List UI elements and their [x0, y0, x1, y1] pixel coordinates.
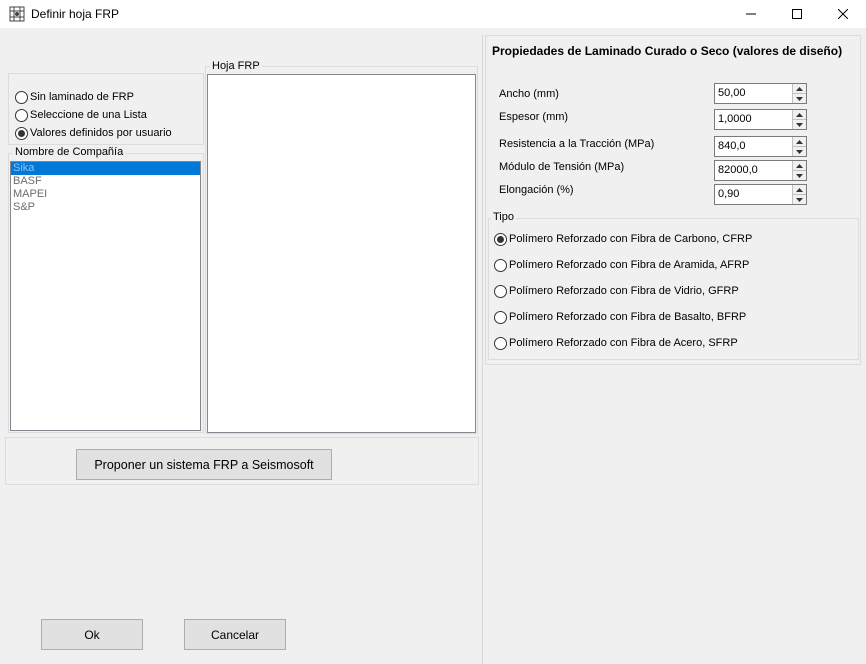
spin-up-button[interactable]: [793, 161, 806, 171]
properties-title: Propiedades de Laminado Curado o Seco (v…: [492, 44, 843, 58]
right-panel: Propiedades de Laminado Curado o Seco (v…: [483, 35, 866, 664]
title-bar: Definir hoja FRP: [0, 0, 866, 28]
spin-down-button[interactable]: [793, 147, 806, 156]
thickness-label: Espesor (mm): [499, 111, 569, 123]
radio-circle: [15, 108, 28, 122]
minimize-icon: [746, 13, 756, 15]
close-icon: [838, 9, 848, 19]
elongation-value[interactable]: 0,90: [715, 185, 792, 204]
spin-down-button[interactable]: [793, 94, 806, 103]
radio-label: Sin laminado de FRP: [30, 91, 134, 103]
thickness-spinbox[interactable]: 1,0000: [714, 109, 807, 130]
tensile-modulus-spinbox[interactable]: 82000,0: [714, 160, 807, 181]
sheet-group-label: Hoja FRP: [210, 60, 262, 72]
radio-circle: [15, 90, 28, 104]
minimize-button[interactable]: [728, 0, 774, 28]
list-item-mapei[interactable]: MAPEI: [11, 188, 200, 201]
ok-button[interactable]: Ok: [41, 619, 143, 650]
width-spinbox[interactable]: 50,00: [714, 83, 807, 104]
radio-label: Polímero Reforzado con Fibra de Carbono,…: [509, 233, 753, 245]
arrow-down-icon: [796, 122, 803, 127]
arrow-up-icon: [796, 86, 803, 91]
spin-down-button[interactable]: [793, 171, 806, 180]
close-button[interactable]: [820, 0, 866, 28]
tensile-strength-value[interactable]: 840,0: [715, 137, 792, 156]
company-list[interactable]: Sika BASF MAPEI S&P: [10, 161, 201, 431]
radio-label: Seleccione de una Lista: [30, 109, 147, 121]
frp-grid-icon: [9, 6, 25, 22]
spin-up-button[interactable]: [793, 185, 806, 195]
list-item-basf[interactable]: BASF: [11, 175, 200, 188]
radio-label: Polímero Reforzado con Fibra de Aramida,…: [509, 259, 750, 271]
radio-no-laminate[interactable]: Sin laminado de FRP: [15, 89, 134, 105]
spin-up-button[interactable]: [793, 110, 806, 120]
radio-user-defined[interactable]: Valores definidos por usuario: [15, 125, 172, 141]
arrow-down-icon: [796, 149, 803, 154]
radio-bfrp[interactable]: Polímero Reforzado con Fibra de Basalto,…: [494, 309, 746, 325]
maximize-button[interactable]: [774, 0, 820, 28]
propose-frp-button[interactable]: Proponer un sistema FRP a Seismosoft: [76, 449, 332, 480]
arrow-up-icon: [796, 112, 803, 117]
spin-up-button[interactable]: [793, 84, 806, 94]
width-label: Ancho (mm): [499, 88, 559, 100]
radio-label: Polímero Reforzado con Fibra de Vidrio, …: [509, 285, 739, 297]
radio-select-list[interactable]: Seleccione de una Lista: [15, 107, 147, 123]
arrow-down-icon: [796, 197, 803, 202]
tensile-modulus-label: Módulo de Tensión (MPa): [499, 161, 625, 173]
spin-down-button[interactable]: [793, 195, 806, 204]
arrow-down-icon: [796, 173, 803, 178]
tensile-modulus-value[interactable]: 82000,0: [715, 161, 792, 180]
width-value[interactable]: 50,00: [715, 84, 792, 103]
radio-label: Polímero Reforzado con Fibra de Basalto,…: [509, 311, 747, 323]
radio-circle: [494, 232, 507, 246]
radio-circle: [494, 336, 507, 350]
company-group-label: Nombre de Compañía: [13, 146, 126, 158]
spin-down-button[interactable]: [793, 120, 806, 129]
radio-circle: [494, 310, 507, 324]
list-item-sika[interactable]: Sika: [11, 162, 200, 175]
tensile-strength-label: Resistencia a la Tracción (MPa): [499, 138, 655, 150]
radio-label: Polímero Reforzado con Fibra de Acero, S…: [509, 337, 738, 349]
radio-circle: [494, 284, 507, 298]
window-title: Definir hoja FRP: [31, 7, 120, 21]
radio-circle: [494, 258, 507, 272]
thickness-value[interactable]: 1,0000: [715, 110, 792, 129]
arrow-down-icon: [796, 96, 803, 101]
cancel-button[interactable]: Cancelar: [184, 619, 286, 650]
maximize-icon: [792, 9, 802, 19]
spin-up-button[interactable]: [793, 137, 806, 147]
arrow-up-icon: [796, 163, 803, 168]
radio-gfrp[interactable]: Polímero Reforzado con Fibra de Vidrio, …: [494, 283, 739, 299]
radio-afrp[interactable]: Polímero Reforzado con Fibra de Aramida,…: [494, 257, 749, 273]
elongation-spinbox[interactable]: 0,90: [714, 184, 807, 205]
tensile-strength-spinbox[interactable]: 840,0: [714, 136, 807, 157]
arrow-up-icon: [796, 187, 803, 192]
sheet-list[interactable]: [207, 74, 476, 433]
type-group-label: Tipo: [491, 211, 516, 223]
radio-sfrp[interactable]: Polímero Reforzado con Fibra de Acero, S…: [494, 335, 738, 351]
radio-cfrp[interactable]: Polímero Reforzado con Fibra de Carbono,…: [494, 231, 752, 247]
left-panel: Sin laminado de FRP Seleccione de una Li…: [0, 35, 483, 664]
elongation-label: Elongación (%): [499, 184, 574, 196]
radio-circle: [15, 126, 28, 140]
list-item-sp[interactable]: S&P: [11, 201, 200, 214]
radio-label: Valores definidos por usuario: [30, 127, 172, 139]
arrow-up-icon: [796, 139, 803, 144]
